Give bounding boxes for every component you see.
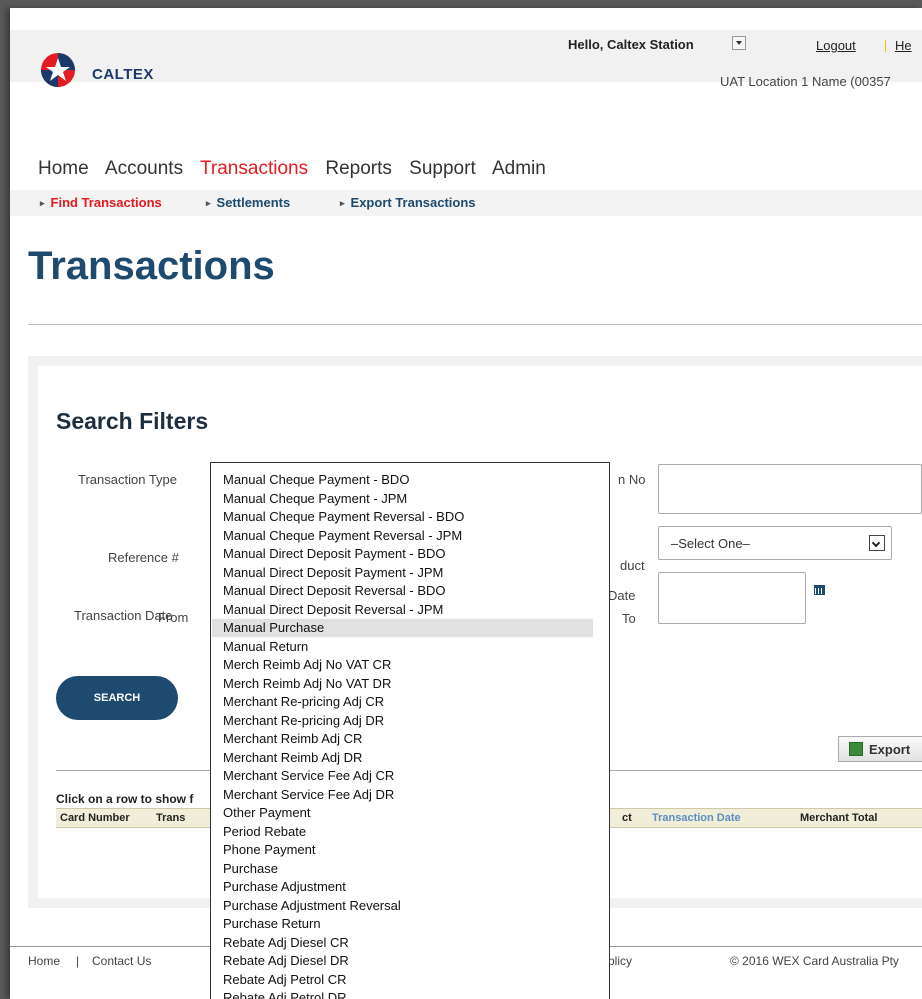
subnav-find-transactions[interactable]: Find Transactions: [40, 195, 162, 210]
search-filters-title: Search Filters: [56, 408, 209, 434]
chevron-down-icon: [869, 535, 885, 551]
reference-label: Reference #: [108, 550, 179, 565]
number-input[interactable]: [658, 464, 922, 514]
app-window: CALTEX Hello, Caltex Station Logout | He…: [10, 8, 922, 999]
dropdown-option[interactable]: Merch Reimb Adj No VAT DR: [223, 675, 391, 693]
dropdown-option[interactable]: Manual Purchase: [223, 619, 324, 637]
dropdown-option[interactable]: Merchant Service Fee Adj DR: [223, 786, 394, 804]
dropdown-option[interactable]: Merchant Re-pricing Adj CR: [223, 693, 384, 711]
location-name: UAT Location 1 Name (00357: [720, 74, 891, 89]
dropdown-option[interactable]: Rebate Adj Petrol DR: [223, 989, 347, 999]
footer-policy-link[interactable]: blicy: [608, 954, 632, 968]
main-nav: Home Accounts Transactions Reports Suppo…: [38, 158, 558, 180]
from-label: From: [158, 610, 189, 625]
dropdown-option[interactable]: Manual Direct Deposit Payment - JPM: [223, 564, 443, 582]
nav-transactions[interactable]: Transactions: [200, 158, 308, 179]
subnav-settlements[interactable]: Settlements: [206, 195, 291, 210]
dropdown-option[interactable]: Manual Return: [223, 638, 308, 656]
brand-name: CALTEX: [92, 66, 154, 83]
dropdown-option[interactable]: Manual Cheque Payment Reversal - BDO: [223, 508, 464, 526]
dropdown-option[interactable]: Manual Cheque Payment - JPM: [223, 490, 407, 508]
dropdown-option[interactable]: Rebate Adj Petrol CR: [223, 971, 347, 989]
to-date-input[interactable]: [658, 572, 806, 624]
number-label: n No: [618, 472, 646, 487]
title-divider: [28, 324, 922, 325]
user-menu-dropdown[interactable]: [732, 36, 746, 50]
footer-separator: |: [76, 954, 80, 968]
col-transaction-date[interactable]: Transaction Date: [652, 812, 741, 824]
header-separator: |: [884, 38, 888, 52]
dropdown-option[interactable]: Manual Direct Deposit Reversal - BDO: [223, 582, 446, 600]
dropdown-option[interactable]: Manual Cheque Payment Reversal - JPM: [223, 527, 462, 545]
help-link[interactable]: He: [895, 38, 912, 53]
dropdown-option[interactable]: Merchant Reimb Adj DR: [223, 749, 362, 767]
dropdown-option[interactable]: Purchase: [223, 860, 278, 878]
dropdown-option[interactable]: Other Payment: [223, 804, 310, 822]
nav-home[interactable]: Home: [38, 158, 89, 179]
sub-nav: Find Transactions Settlements Export Tra…: [10, 190, 922, 216]
page-title: Transactions: [28, 244, 275, 288]
col-trans[interactable]: Trans: [156, 812, 185, 824]
dropdown-option[interactable]: Purchase Return: [223, 915, 321, 933]
footer-copyright: © 2016 WEX Card Australia Pty: [730, 954, 899, 968]
excel-icon: [849, 742, 863, 756]
dropdown-option[interactable]: Merchant Service Fee Adj CR: [223, 767, 394, 785]
export-label: Export: [869, 742, 911, 757]
product-select[interactable]: –Select One–: [658, 526, 892, 560]
product-select-value: –Select One–: [671, 536, 750, 551]
date-label: Date: [608, 588, 636, 603]
dropdown-option[interactable]: Purchase Adjustment: [223, 878, 346, 896]
export-button[interactable]: Export: [838, 736, 922, 762]
product-label: duct: [620, 558, 645, 573]
dropdown-option[interactable]: Phone Payment: [223, 841, 316, 859]
nav-admin[interactable]: Admin: [492, 158, 546, 179]
col-card-number[interactable]: Card Number: [60, 812, 130, 824]
greeting-text: Hello, Caltex Station: [568, 37, 694, 52]
transaction-type-dropdown-list[interactable]: Manual Cheque Payment - BDO Manual Cheque…: [210, 462, 610, 999]
dropdown-option[interactable]: Merchant Reimb Adj CR: [223, 730, 362, 748]
dropdown-option[interactable]: Purchase Adjustment Reversal: [223, 897, 401, 915]
transaction-type-label: Transaction Type: [78, 472, 177, 487]
dropdown-option[interactable]: Manual Direct Deposit Reversal - JPM: [223, 601, 443, 619]
calendar-icon[interactable]: [814, 585, 825, 595]
col-merchant-total[interactable]: Merchant Total: [800, 812, 877, 824]
dropdown-option[interactable]: Merchant Re-pricing Adj DR: [223, 712, 384, 730]
footer-contact-link[interactable]: Contact Us: [92, 954, 151, 968]
nav-support[interactable]: Support: [409, 158, 476, 179]
subnav-export-transactions[interactable]: Export Transactions: [340, 195, 476, 210]
to-label: To: [622, 611, 636, 626]
logout-link[interactable]: Logout: [816, 38, 856, 53]
col-product[interactable]: ct: [622, 812, 632, 824]
dropdown-option[interactable]: Rebate Adj Diesel CR: [223, 934, 349, 952]
nav-accounts[interactable]: Accounts: [105, 158, 183, 179]
dropdown-option[interactable]: Manual Cheque Payment - BDO: [223, 471, 409, 489]
dropdown-option[interactable]: Manual Direct Deposit Payment - BDO: [223, 545, 446, 563]
nav-reports[interactable]: Reports: [325, 158, 392, 179]
dropdown-option[interactable]: Period Rebate: [223, 823, 306, 841]
search-button[interactable]: SEARCH: [56, 676, 178, 720]
dropdown-option[interactable]: Rebate Adj Diesel DR: [223, 952, 349, 970]
row-click-hint: Click on a row to show f: [56, 792, 194, 806]
footer-home-link[interactable]: Home: [28, 954, 60, 968]
dropdown-option[interactable]: Merch Reimb Adj No VAT CR: [223, 656, 391, 674]
